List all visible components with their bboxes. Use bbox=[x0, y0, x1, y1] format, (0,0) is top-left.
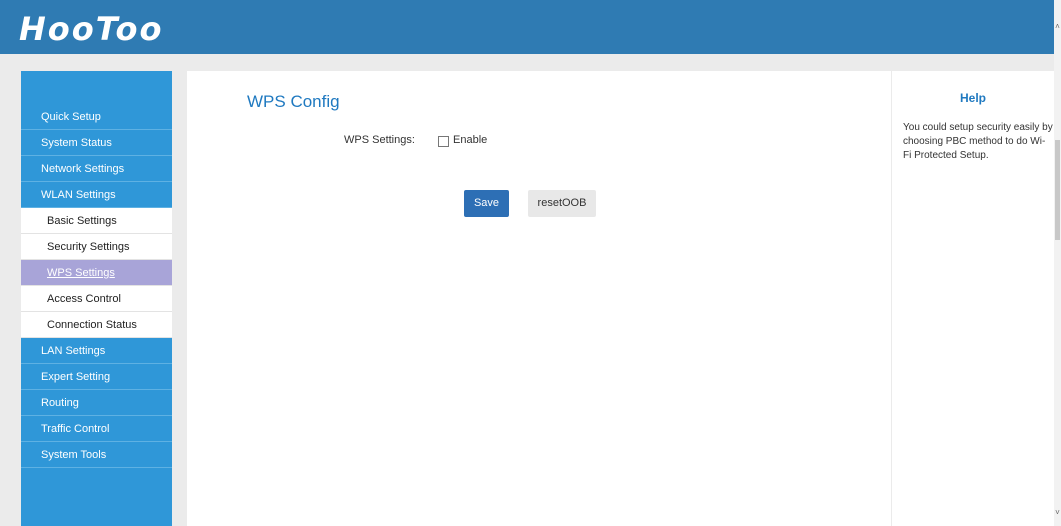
enable-checkbox[interactable] bbox=[438, 136, 449, 147]
sidebar-item-lan-settings[interactable]: LAN Settings bbox=[21, 338, 172, 364]
sidebar-item-network-settings[interactable]: Network Settings bbox=[21, 156, 172, 182]
reset-oob-button[interactable]: resetOOB bbox=[528, 190, 596, 217]
sidebar-item-wlan-settings[interactable]: WLAN Settings bbox=[21, 182, 172, 208]
sidebar-item-system-status[interactable]: System Status bbox=[21, 130, 172, 156]
sidebar-item-expert-setting[interactable]: Expert Setting bbox=[21, 364, 172, 390]
help-panel: Help You could setup security easily by … bbox=[892, 71, 1054, 526]
sidebar-item-security-settings[interactable]: Security Settings bbox=[21, 234, 172, 260]
help-text: You could setup security easily by choos… bbox=[903, 122, 1053, 161]
hootoo-logo: HooToo bbox=[19, 10, 164, 48]
main-panel: WPS Config WPS Settings: Enable Save res… bbox=[187, 71, 891, 526]
sidebar-item-wps-settings[interactable]: WPS Settings bbox=[21, 260, 172, 286]
scrollbar-thumb[interactable] bbox=[1055, 140, 1060, 240]
help-title: Help bbox=[959, 91, 986, 105]
scroll-up-icon[interactable]: ˄ bbox=[1054, 22, 1061, 32]
scroll-down-icon[interactable]: ˅ bbox=[1054, 508, 1061, 518]
sidebar-nav: Quick Setup System Status Network Settin… bbox=[21, 104, 172, 468]
sidebar-item-system-tools[interactable]: System Tools bbox=[21, 442, 172, 468]
sidebar-item-routing[interactable]: Routing bbox=[21, 390, 172, 416]
sidebar-item-connection-status[interactable]: Connection Status bbox=[21, 312, 172, 338]
wps-settings-label: WPS Settings: bbox=[344, 134, 415, 146]
header-bar: HooToo bbox=[0, 0, 1054, 54]
save-button[interactable]: Save bbox=[464, 190, 509, 217]
sidebar-item-access-control[interactable]: Access Control bbox=[21, 286, 172, 312]
page-scrollbar[interactable]: ˄ ˅ bbox=[1054, 0, 1061, 526]
sidebar-item-traffic-control[interactable]: Traffic Control bbox=[21, 416, 172, 442]
sidebar-item-basic-settings[interactable]: Basic Settings bbox=[21, 208, 172, 234]
sidebar-item-quick-setup[interactable]: Quick Setup bbox=[21, 104, 172, 130]
enable-checkbox-label[interactable]: Enable bbox=[453, 134, 487, 146]
page-title: WPS Config bbox=[247, 92, 340, 111]
sidebar: Quick Setup System Status Network Settin… bbox=[21, 71, 172, 526]
